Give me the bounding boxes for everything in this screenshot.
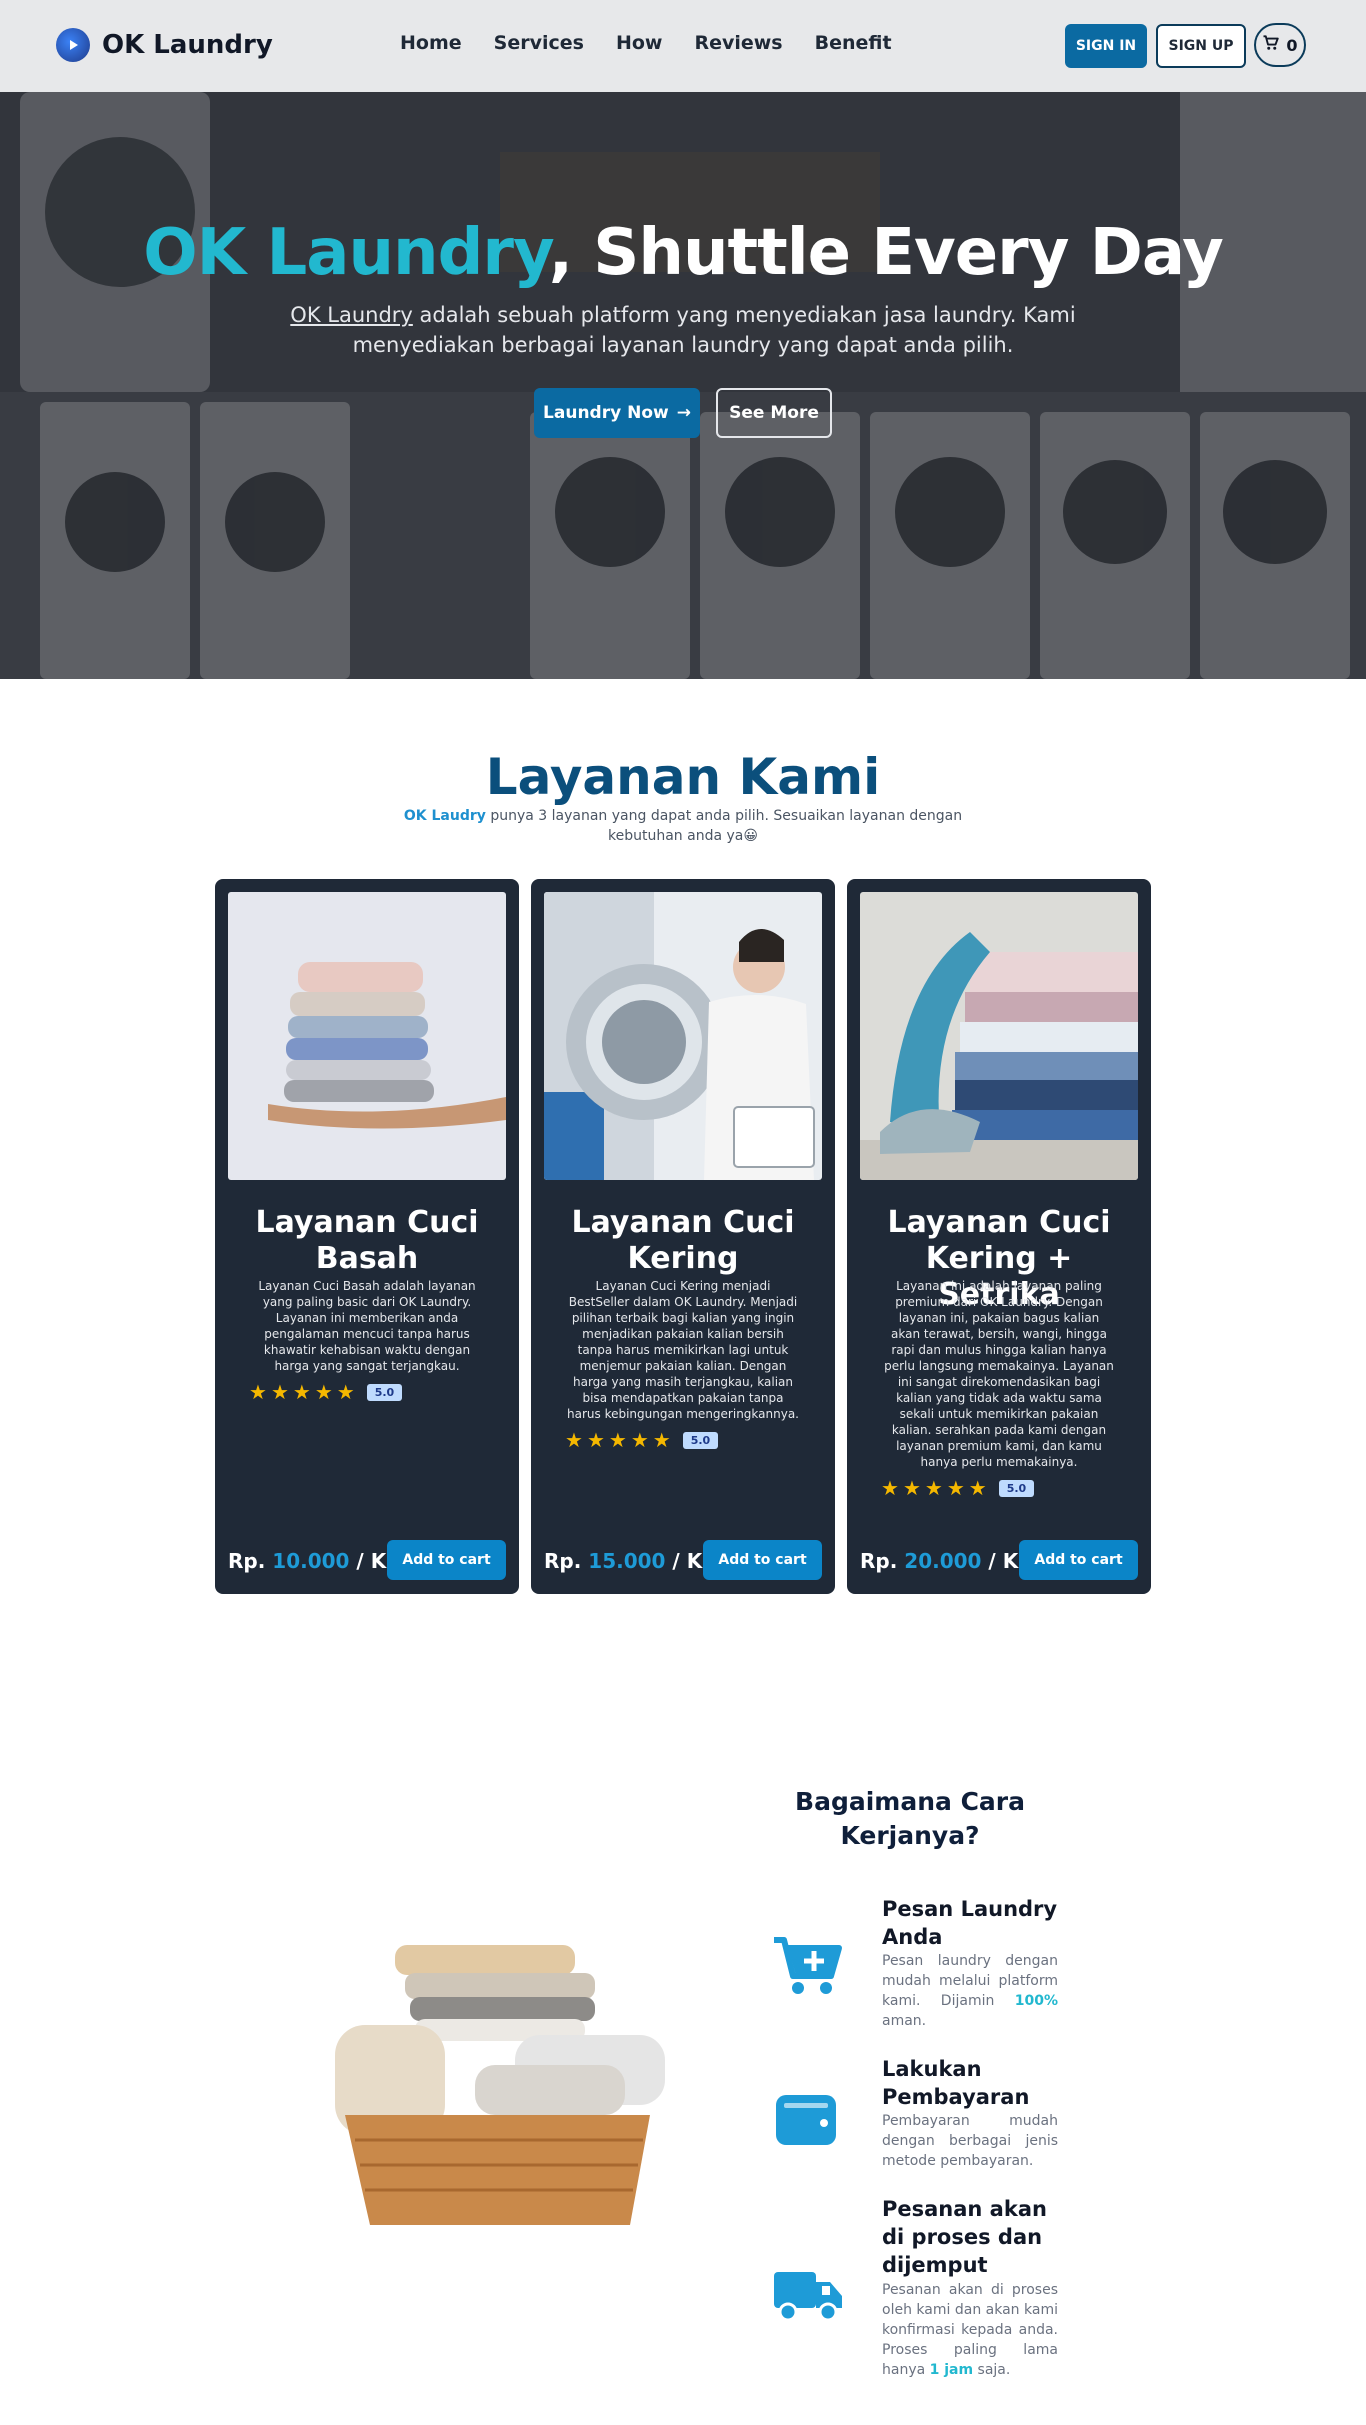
- star-icon: ★: [608, 1428, 627, 1452]
- folded-clothes-image: [228, 892, 506, 1180]
- step-description: Pesanan akan di proses oleh kami dan aka…: [882, 2280, 1058, 2380]
- nav-how[interactable]: How: [616, 32, 663, 54]
- service-card-kering-setrika: Layanan Cuci Kering + Setrika Layanan in…: [847, 879, 1151, 1594]
- star-icon: ★: [565, 1428, 583, 1452]
- star-icon: ★: [946, 1476, 965, 1500]
- brand-name: OK Laundry: [102, 30, 273, 60]
- hero-sub-text: adalah sebuah platform yang menyediakan …: [352, 303, 1076, 357]
- hero-title-accent: OK Laundry: [143, 216, 549, 290]
- service-cards: Layanan Cuci Basah Layanan Cuci Basah ad…: [215, 879, 1151, 1594]
- star-icon: ★: [652, 1428, 671, 1452]
- step-desc-highlight: 1 jam: [929, 2362, 974, 2378]
- rating-badge: 5.0: [998, 1479, 1035, 1497]
- price-amount: 20.000: [904, 1549, 982, 1573]
- card-title: Layanan Cuci Basah: [255, 1205, 479, 1276]
- step-description: Pembayaran mudah dengan berbagai jenis m…: [882, 2111, 1058, 2171]
- laundry-now-label: Laundry Now: [543, 403, 669, 423]
- star-icon: ★: [249, 1380, 267, 1404]
- washing-machine-image: [544, 892, 822, 1180]
- nav-reviews[interactable]: Reviews: [694, 32, 782, 54]
- star-icon: ★: [586, 1428, 605, 1452]
- step-desc-text: Pembayaran mudah dengan berbagai jenis m…: [882, 2113, 1058, 2169]
- cart-count: 0: [1286, 35, 1298, 55]
- truck-icon: [770, 2260, 845, 2330]
- price-prefix: Rp.: [860, 1549, 905, 1573]
- services-sub-text: punya 3 layanan yang dapat anda pilih. S…: [485, 808, 963, 844]
- step-title: Pesanan akan di proses dan dijemput: [882, 2197, 1047, 2277]
- nav-home[interactable]: Home: [400, 32, 462, 54]
- step-payment: Lakukan Pembayaran Pembayaran mudah deng…: [770, 2055, 1070, 2175]
- price: Rp. 10.000 / Kg: [228, 1549, 401, 1573]
- star-icon: ★: [314, 1380, 333, 1404]
- add-to-cart-button[interactable]: Add to cart: [387, 1540, 506, 1580]
- hero-title-rest: , Shuttle Every Day: [548, 216, 1224, 290]
- star-icon: ★: [292, 1380, 311, 1404]
- price: Rp. 15.000 / Kg: [544, 1549, 717, 1573]
- arrow-right-icon: →: [676, 403, 691, 423]
- rating: ★ ★ ★ ★ ★ 5.0: [881, 1476, 1035, 1500]
- step-desc-text: saja.: [973, 2362, 1011, 2378]
- step-title: Lakukan Pembayaran: [882, 2057, 1030, 2109]
- step-description: Pesan laundry dengan mudah melalui platf…: [882, 1951, 1058, 2031]
- nav-services[interactable]: Services: [494, 32, 584, 54]
- card-title: Layanan Cuci Kering: [571, 1205, 795, 1276]
- brand[interactable]: OK Laundry: [56, 28, 273, 62]
- cart-plus-icon: [770, 1930, 845, 2000]
- star-icon: ★: [924, 1476, 943, 1500]
- wallet-icon: [770, 2085, 845, 2155]
- card-description: Layanan Cuci Basah adalah layanan yang p…: [258, 1279, 476, 1373]
- nav-links: Home Services How Reviews Benefit: [400, 32, 924, 54]
- price-amount: 10.000: [272, 1549, 350, 1573]
- star-icon: ★: [336, 1380, 355, 1404]
- cart-button[interactable]: 0: [1254, 23, 1306, 67]
- service-card-cuci-basah: Layanan Cuci Basah Layanan Cuci Basah ad…: [215, 879, 519, 1594]
- hero-subtitle: OK Laundry adalah sebuah platform yang m…: [283, 300, 1083, 360]
- iron-clothes-image: [860, 892, 1138, 1180]
- laundry-basket-image: [315, 1935, 680, 2235]
- price: Rp. 20.000 / Kg: [860, 1549, 1033, 1573]
- card-description: Layanan Cuci Kering menjadi BestSeller d…: [567, 1279, 799, 1421]
- navbar: OK Laundry Home Services How Reviews Ben…: [0, 0, 1366, 92]
- step-desc-text: aman.: [882, 2013, 927, 2029]
- services-title: Layanan Kami: [485, 748, 881, 806]
- star-icon: ★: [968, 1476, 987, 1500]
- add-to-cart-button[interactable]: Add to cart: [703, 1540, 822, 1580]
- play-logo-icon: [56, 28, 90, 62]
- step-order: Pesan Laundry Anda Pesan laundry dengan …: [770, 1895, 1070, 2035]
- price-prefix: Rp.: [228, 1549, 273, 1573]
- services-subtitle: OK Laudry punya 3 layanan yang dapat and…: [400, 806, 966, 846]
- step-title: Pesan Laundry Anda: [882, 1897, 1058, 1949]
- rating-badge: 5.0: [366, 1383, 403, 1401]
- cart-icon: [1262, 34, 1280, 56]
- services-sub-brand: OK Laudry: [403, 808, 486, 824]
- nav-benefit[interactable]: Benefit: [815, 32, 892, 54]
- rating: ★ ★ ★ ★ ★ 5.0: [565, 1428, 719, 1452]
- star-icon: ★: [902, 1476, 921, 1500]
- rating: ★ ★ ★ ★ ★ 5.0: [249, 1380, 403, 1404]
- rating-badge: 5.0: [682, 1431, 719, 1449]
- hero-sub-link[interactable]: OK Laundry: [290, 303, 413, 327]
- price-amount: 15.000: [588, 1549, 666, 1573]
- add-to-cart-button[interactable]: Add to cart: [1019, 1540, 1138, 1580]
- star-icon: ★: [881, 1476, 899, 1500]
- hero-section: OK Laundry, Shuttle Every Day OK Laundry…: [0, 92, 1366, 679]
- service-card-cuci-kering: Layanan Cuci Kering Layanan Cuci Kering …: [531, 879, 835, 1594]
- how-title: Bagaimana Cara Kerjanya?: [795, 1787, 1025, 1850]
- star-icon: ★: [270, 1380, 289, 1404]
- hero-overlay: [0, 92, 1366, 679]
- laundry-now-button[interactable]: Laundry Now →: [534, 388, 700, 438]
- hero-title: OK Laundry, Shuttle Every Day: [0, 216, 1366, 290]
- signin-button[interactable]: SIGN IN: [1065, 24, 1147, 68]
- card-description: Layanan ini adalah layanan paling premiu…: [884, 1279, 1114, 1469]
- step-pickup: Pesanan akan di proses dan dijemput Pesa…: [770, 2195, 1070, 2400]
- step-desc-highlight: 100%: [1014, 1993, 1058, 2009]
- price-prefix: Rp.: [544, 1549, 589, 1573]
- see-more-button[interactable]: See More: [716, 388, 832, 438]
- star-icon: ★: [630, 1428, 649, 1452]
- signup-button[interactable]: SIGN UP: [1156, 24, 1246, 68]
